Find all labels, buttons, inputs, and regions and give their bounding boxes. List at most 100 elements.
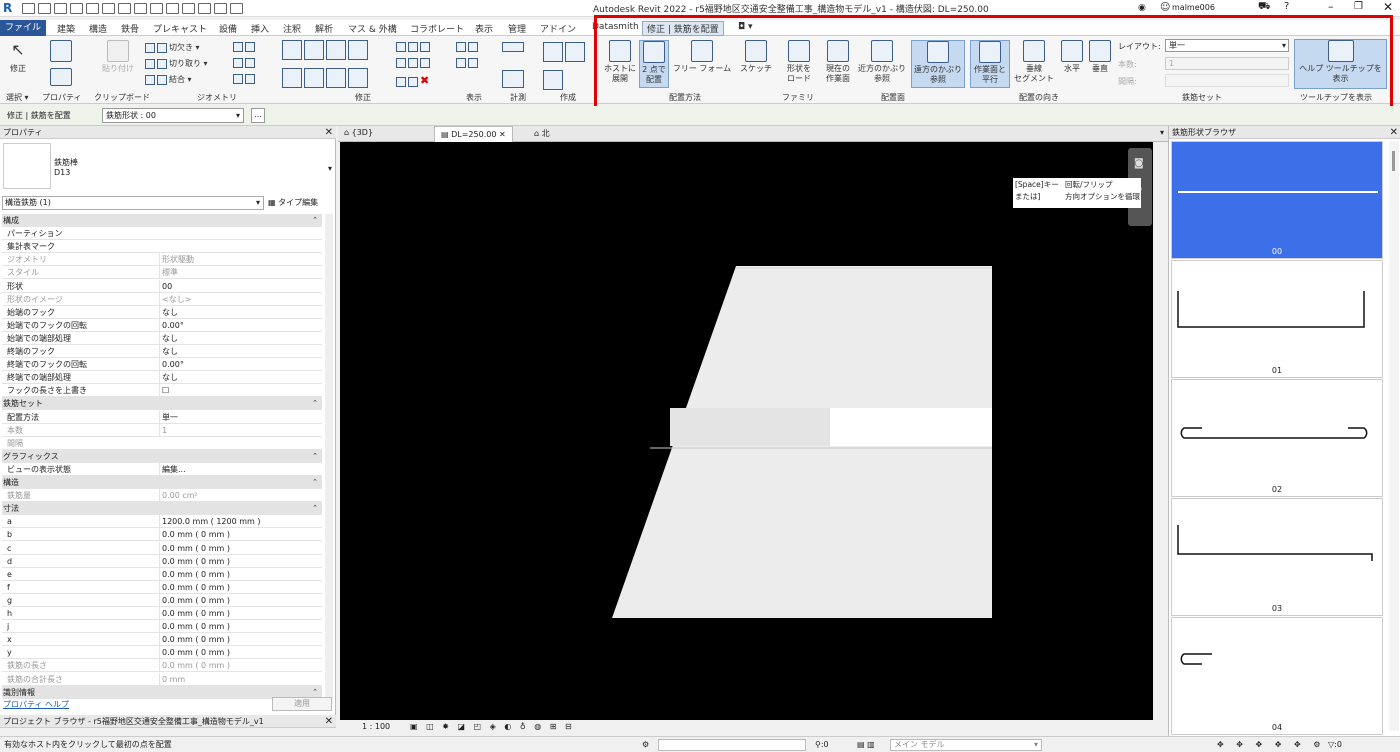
collapse-toggle-icon[interactable]: ⌃ <box>312 450 318 463</box>
shape-browser-scrollbar[interactable] <box>1389 141 1399 731</box>
group-select[interactable]: 選択 ▾ <box>6 92 29 103</box>
property-row[interactable]: h 0.0 mm ( 0 mm ) <box>2 607 322 620</box>
view-tabs-dropdown-icon[interactable]: ▾ <box>1160 128 1164 137</box>
property-row[interactable]: 配置方法 単一 <box>2 410 322 424</box>
shape-cell-04[interactable]: 04 <box>1171 617 1383 735</box>
geometry-tools-3[interactable] <box>233 74 257 84</box>
property-value[interactable]: 0.0 mm ( 0 mm ) <box>159 580 319 594</box>
property-row[interactable]: ビューの表示状態 編集... <box>2 462 322 476</box>
property-value[interactable]: 0.0 mm ( 0 mm ) <box>159 554 319 568</box>
property-value[interactable]: 1 <box>159 423 319 437</box>
modify-small-tools-1[interactable] <box>396 42 432 52</box>
create-tools-2[interactable] <box>543 70 565 90</box>
property-section-header[interactable]: グラフィックス ⌃ <box>2 449 322 463</box>
collapse-toggle-icon[interactable]: ⌃ <box>312 214 318 227</box>
move-tool[interactable] <box>282 68 370 88</box>
minimize-icon[interactable]: – <box>1328 0 1334 13</box>
sync-icon[interactable] <box>54 3 67 14</box>
close-icon[interactable]: ✕ <box>325 715 333 728</box>
property-value[interactable]: 1200.0 mm ( 1200 mm ) <box>159 515 319 529</box>
property-value[interactable]: 0.00° <box>159 318 319 332</box>
property-row[interactable]: d 0.0 mm ( 0 mm ) <box>2 554 322 568</box>
property-value[interactable]: 0.0 mm ( 0 mm ) <box>159 593 319 607</box>
property-row[interactable]: b 0.0 mm ( 0 mm ) <box>2 528 322 542</box>
property-value[interactable]: 0.00 cm² <box>159 489 319 503</box>
property-value[interactable]: 0.0 mm ( 0 mm ) <box>159 620 319 634</box>
property-section-header[interactable]: 構造 ⌃ <box>2 476 322 489</box>
design-option-select[interactable]: メイン モデル ▾ <box>890 739 1042 751</box>
property-value[interactable]: ☐ <box>159 384 319 398</box>
text-icon[interactable] <box>150 3 163 14</box>
property-row[interactable]: a 1200.0 mm ( 1200 mm ) <box>2 515 322 529</box>
property-value[interactable]: <なし> <box>159 292 319 306</box>
paste-button[interactable]: 貼り付け <box>98 40 138 74</box>
create-tools[interactable] <box>543 42 587 62</box>
property-value[interactable]: 00 <box>159 279 319 293</box>
search-icon[interactable]: ◉ <box>1138 3 1146 13</box>
property-row[interactable]: 集計表マーク <box>2 240 322 254</box>
property-row[interactable]: ジオメトリ 形状駆動 <box>2 253 322 267</box>
property-row[interactable]: x 0.0 mm ( 0 mm ) <box>2 633 322 647</box>
shape-cell-01[interactable]: 01 <box>1171 260 1383 378</box>
measure-icon[interactable] <box>118 3 131 14</box>
selection-filter[interactable]: ▽:0 <box>1328 737 1342 752</box>
property-row[interactable]: 形状 00 <box>2 279 322 293</box>
property-value[interactable]: 0.0 mm ( 0 mm ) <box>159 607 319 620</box>
trim-button[interactable]: 切り取り ▾ <box>145 58 208 69</box>
tab-addins[interactable]: アドイン <box>540 22 576 35</box>
save-icon[interactable] <box>38 3 51 14</box>
user-icon[interactable]: ☺ <box>1160 2 1170 13</box>
workset-select[interactable] <box>658 739 806 751</box>
collapse-toggle-icon[interactable]: ⌃ <box>312 502 318 515</box>
tab-plan-view[interactable]: ▤ DL=250.00 ✕ <box>434 126 513 142</box>
collapse-toggle-icon[interactable]: ⌃ <box>312 397 318 410</box>
property-value[interactable]: なし <box>159 371 319 385</box>
view-tools[interactable] <box>456 42 480 52</box>
shape-cell-00[interactable]: 00 <box>1171 141 1383 259</box>
property-row[interactable]: 終端のフック なし <box>2 345 322 358</box>
restore-icon[interactable]: ❐ <box>1354 1 1363 12</box>
properties-button[interactable] <box>48 40 74 64</box>
property-value[interactable]: 0.00° <box>159 358 319 372</box>
property-value[interactable]: 0.0 mm ( 0 mm ) <box>159 541 319 555</box>
collapse-toggle-icon[interactable]: ⌃ <box>312 476 318 489</box>
property-row[interactable]: y 0.0 mm ( 0 mm ) <box>2 646 322 660</box>
steering-wheel-icon[interactable]: ◙ <box>1134 158 1144 169</box>
dimension-tools[interactable] <box>502 70 526 88</box>
undo-icon[interactable] <box>70 3 83 14</box>
property-value[interactable]: 形状駆動 <box>159 253 319 267</box>
tab-architecture[interactable]: 建築 <box>57 22 75 35</box>
property-row[interactable]: f 0.0 mm ( 0 mm ) <box>2 580 322 594</box>
editing-requests[interactable]: ⚲:0 <box>815 737 829 752</box>
design-options-icon[interactable]: ▤ ▥ <box>857 737 875 752</box>
section-icon[interactable] <box>182 3 195 14</box>
property-value[interactable]: 0.0 mm ( 0 mm ) <box>159 633 319 647</box>
properties-scrollbar[interactable] <box>325 214 333 704</box>
property-row[interactable]: 鉄筋量 0.00 cm² <box>2 489 322 503</box>
close-icon[interactable]: ✕ <box>499 130 506 139</box>
tab-steel[interactable]: 鉄骨 <box>121 22 139 35</box>
3d-view-icon[interactable] <box>166 3 179 14</box>
type-properties-button[interactable] <box>48 68 74 90</box>
property-value[interactable]: 標準 <box>159 266 319 280</box>
drawing-canvas[interactable]: ◙⊕ <box>340 142 1153 720</box>
apply-button[interactable]: 適用 <box>272 697 332 711</box>
tab-view[interactable]: 表示 <box>475 22 493 35</box>
property-row[interactable]: 形状のイメージ <なし> <box>2 292 322 306</box>
property-row[interactable]: パーティション <box>2 227 322 241</box>
properties-help-link[interactable]: プロパティ ヘルプ <box>3 699 69 710</box>
property-row[interactable]: スタイル 標準 <box>2 266 322 280</box>
property-section-header[interactable]: 鉄筋セット ⌃ <box>2 397 322 411</box>
shape-cell-02[interactable]: 02 <box>1171 379 1383 497</box>
dimension-icon[interactable] <box>134 3 147 14</box>
edit-type-button[interactable]: ▦ タイプ編集 <box>268 196 331 210</box>
measure-tools[interactable] <box>502 42 526 52</box>
property-row[interactable]: c 0.0 mm ( 0 mm ) <box>2 541 322 555</box>
property-row[interactable]: フックの長さを上書き ☐ <box>2 384 322 398</box>
property-section-header[interactable]: 構成 ⌃ <box>2 214 322 227</box>
type-selector-chevron-icon[interactable]: ▾ <box>328 164 332 173</box>
view-tools-2[interactable] <box>456 58 480 68</box>
align-tool[interactable] <box>282 40 370 60</box>
property-row[interactable]: 始端での端部処理 なし <box>2 331 322 345</box>
selection-options-icons[interactable]: ✥ ✥ ✥ ✥ ✥ ⚙ <box>1217 737 1325 752</box>
